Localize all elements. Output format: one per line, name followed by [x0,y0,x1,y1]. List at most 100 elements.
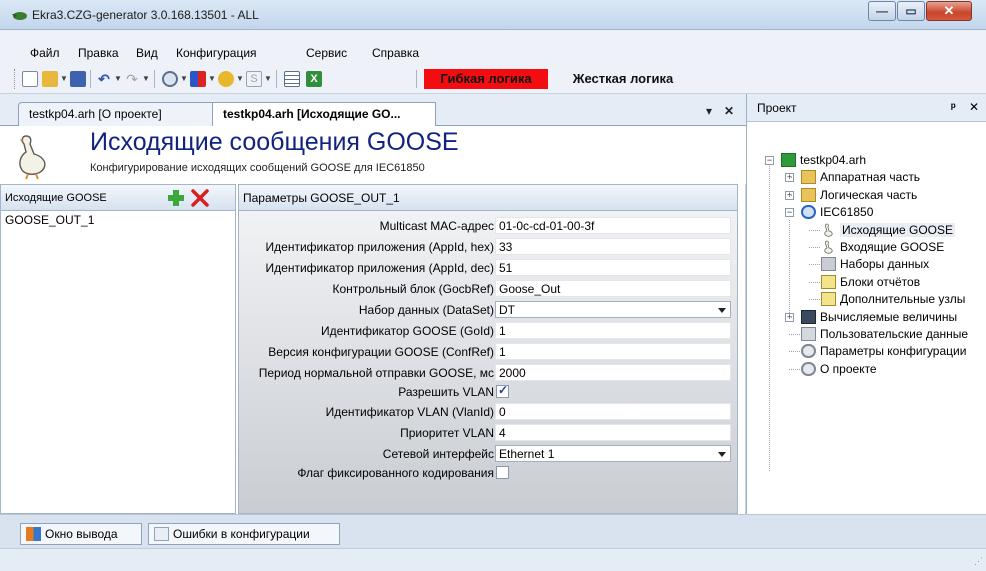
excel-icon[interactable]: X [306,71,322,87]
parameters-pane-title: Параметры GOOSE_OUT_1 [243,191,400,205]
tree-item-label: О проекте [820,361,877,376]
tab-config-errors-label: Ошибки в конфигурации [173,527,310,541]
new-file-icon[interactable] [22,71,38,87]
pin-icon[interactable]: ᵖ [951,100,956,114]
tab-config-errors[interactable]: Ошибки в конфигурации [148,523,340,545]
document-tab-strip: testkp04.arh [О проекте] testkp04.arh [И… [0,94,746,127]
close-pane-icon[interactable]: ✕ [969,100,979,114]
param-value: 01-0c-cd-01-00-3f [499,219,595,233]
menu-edit[interactable]: Правка [78,46,119,60]
tab-list-dropdown-icon[interactable]: ▾ [706,104,712,118]
chip-icon[interactable] [190,71,206,87]
param-select[interactable]: DT [495,301,731,318]
param-value-field[interactable]: Goose_Out [495,280,731,297]
outgoing-goose-list-pane: Исходящие GOOSE GOOSE_OUT_1 [0,184,236,514]
open-folder-icon[interactable] [42,71,58,87]
param-label: Идентификатор GOOSE (GoId) [320,324,494,338]
save-icon[interactable] [70,71,86,87]
userdata-icon [801,327,816,341]
undo-dropdown-icon[interactable]: ▼ [114,74,122,83]
tree-item-label: Параметры конфигурации [820,344,967,359]
resize-grip-icon[interactable]: ⋰ [974,556,983,567]
page-title: Исходящие сообщения GOOSE [90,128,459,156]
tree-connector [789,177,792,179]
tree-connector [789,351,800,353]
menu-help[interactable]: Справка [372,46,419,60]
list-icon[interactable] [284,71,300,87]
param-value: 4 [499,426,506,440]
report-icon [821,292,836,307]
flexible-logic-button[interactable]: Гибкая логика [424,69,548,89]
tab-output-window[interactable]: Окно вывода [20,523,142,545]
app-icon [12,12,27,20]
menu-configuration[interactable]: Конфигурация [176,46,257,60]
tab-about-project[interactable]: testkp04.arh [О проекте] [18,102,214,126]
param-select[interactable]: Ethernet 1 [495,445,731,462]
tree-item-label: Исходящие GOOSE [840,222,955,237]
redo-dropdown-icon[interactable]: ▼ [142,74,150,83]
chevron-down-icon[interactable] [718,452,726,457]
chip-dropdown-icon[interactable]: ▼ [208,74,216,83]
param-value-field[interactable]: 2000 [495,364,731,381]
param-value-field[interactable]: 33 [495,238,731,255]
undo-icon[interactable]: ↶ [96,71,112,87]
open-dropdown-icon[interactable]: ▼ [60,74,68,83]
toolbar: ▼ ↶ ▼ ↷ ▼ ▼ ▼ ▼ S ▼ X Гибкая логика Жест… [0,64,986,94]
network-icon [801,205,816,220]
tab-outgoing-goose[interactable]: testkp04.arh [Исходящие GO... [212,102,436,127]
add-goose-icon[interactable] [166,188,186,208]
close-tab-icon[interactable]: ✕ [724,104,734,118]
param-value-field[interactable]: 1 [495,343,731,360]
close-window-button[interactable]: ✕ [926,1,972,21]
errors-icon [154,527,169,541]
tree-item-label: Входящие GOOSE [840,240,945,254]
gear-icon [801,361,816,376]
toolbar-separator [416,70,417,88]
collapse-icon[interactable]: − [765,156,774,165]
tree-guide-line [769,166,770,471]
param-checkbox[interactable] [496,466,509,479]
tree-connector [809,281,820,283]
bug-icon[interactable] [218,71,234,87]
tree-item-label: Дополнительные узлы [840,292,966,307]
redo-icon[interactable]: ↷ [124,71,140,87]
clock-dropdown-icon[interactable]: ▼ [180,74,188,83]
param-value-field[interactable]: 4 [495,424,731,441]
tree-item-label: Аппаратная часть [820,170,921,185]
param-label: Идентификатор VLAN (VlanId) [325,405,494,419]
minimize-button[interactable]: — [868,1,896,21]
tree-item-label: IEC61850 [820,205,874,220]
tree-connector [789,368,800,370]
param-row: Разрешить VLAN [239,383,737,401]
param-value-field[interactable]: 51 [495,259,731,276]
param-value-field[interactable]: 1 [495,322,731,339]
menu-view[interactable]: Вид [136,46,158,60]
param-value-field[interactable]: 0 [495,403,731,420]
bottom-tab-strip: Окно вывода Ошибки в конфигурации [0,514,986,548]
bug-dropdown-icon[interactable]: ▼ [236,74,244,83]
goose-icon [821,223,836,237]
tab-output-window-label: Окно вывода [45,527,118,541]
param-checkbox[interactable] [496,383,509,398]
status-bar: ⋰ [0,548,986,571]
chevron-down-icon[interactable] [718,308,726,313]
toolbar-grip[interactable] [14,69,17,89]
list-item[interactable]: GOOSE_OUT_1 [5,213,94,227]
param-row: Идентификатор приложения (AppId, hex) 33 [239,238,737,256]
tree-connector [789,194,792,196]
report-icon [821,274,836,289]
folder-icon [801,170,816,185]
menu-service[interactable]: Сервис [306,46,347,60]
param-row: Приоритет VLAN 4 [239,424,737,442]
param-value-field[interactable]: 01-0c-cd-01-00-3f [495,217,731,234]
clock-icon[interactable] [162,71,178,87]
script-icon[interactable]: S [246,71,262,87]
hard-logic-button[interactable]: Жесткая логика [550,69,696,89]
menu-file[interactable]: Файл [30,46,60,60]
list-pane-title: Исходящие GOOSE [5,192,107,204]
delete-goose-icon[interactable] [190,188,210,208]
script-dropdown-icon[interactable]: ▼ [264,74,272,83]
maximize-button[interactable]: ▭ [897,1,925,21]
param-row: Версия конфигурации GOOSE (ConfRef) 1 [239,343,737,361]
document-area: testkp04.arh [О проекте] testkp04.arh [И… [0,94,746,514]
